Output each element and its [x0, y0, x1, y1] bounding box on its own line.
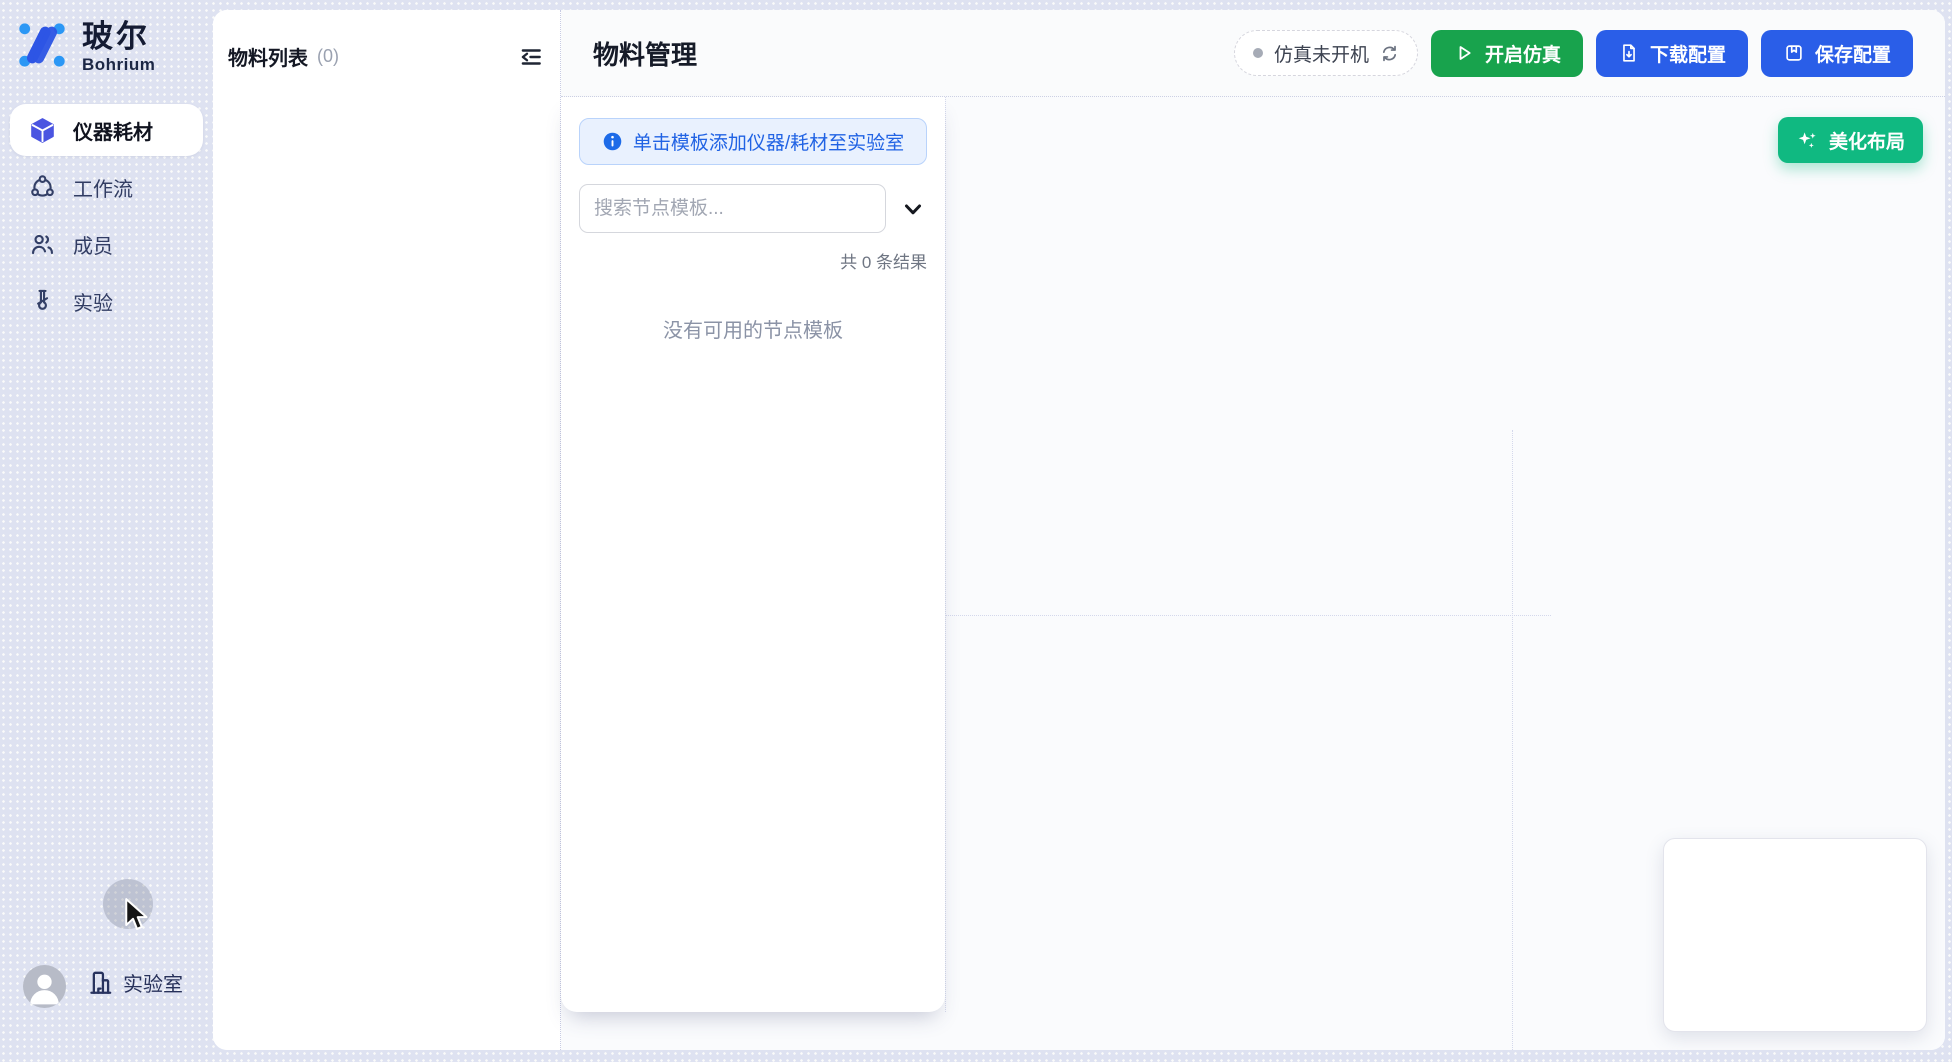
start-simulation-label: 开启仿真	[1485, 40, 1561, 67]
flow-canvas[interactable]: 单击模板添加仪器/耗材至实验室 共 0 条结果 没有可用的节点模板	[561, 97, 1945, 1050]
status-dot-icon	[1253, 48, 1263, 58]
sidebar: 玻尔 Bohrium 仪器耗材 工作流	[0, 0, 213, 1062]
download-config-button[interactable]: 下载配置	[1596, 30, 1748, 77]
building-icon	[86, 968, 115, 997]
empty-templates-message: 没有可用的节点模板	[561, 314, 945, 343]
sidebar-item-experiments[interactable]: 实验	[10, 275, 203, 327]
cursor-icon	[124, 898, 151, 934]
results-count: 共 0 条结果	[579, 248, 927, 273]
template-hint-banner[interactable]: 单击模板添加仪器/耗材至实验室	[579, 118, 927, 165]
save-config-button[interactable]: 保存配置	[1761, 30, 1913, 77]
cube-icon	[29, 117, 56, 144]
sidebar-item-instruments[interactable]: 仪器耗材	[10, 104, 203, 156]
expand-list-button[interactable]	[900, 195, 927, 223]
brand-subname: Bohrium	[82, 55, 155, 75]
beautify-layout-label: 美化布局	[1829, 127, 1905, 154]
save-config-label: 保存配置	[1815, 40, 1891, 67]
main-content: 物料管理 仿真未开机 开启仿真	[561, 10, 1945, 1050]
sparkles-icon	[1796, 129, 1819, 152]
material-list-title: 物料列表	[228, 42, 308, 71]
chevron-down-icon	[901, 197, 925, 221]
collapse-panel-button[interactable]	[517, 43, 545, 71]
download-file-icon	[1618, 42, 1640, 64]
sidebar-item-label: 成员	[73, 230, 113, 259]
avatar-icon	[23, 965, 66, 1008]
canvas-guideline	[945, 97, 946, 1012]
main-window: 物料列表 (0) 物料管理 仿真未开机	[213, 10, 1945, 1050]
simulation-status-label: 仿真未开机	[1274, 40, 1369, 67]
avatar[interactable]	[23, 965, 66, 1008]
sidebar-item-workflow[interactable]: 工作流	[10, 161, 203, 213]
material-list-header: 物料列表 (0)	[228, 42, 545, 71]
beautify-layout-button[interactable]: 美化布局	[1778, 117, 1923, 163]
bohrium-logo-icon	[16, 18, 68, 72]
simulation-status-pill: 仿真未开机	[1234, 30, 1418, 76]
save-icon	[1783, 42, 1805, 64]
minimap[interactable]	[1663, 838, 1927, 1032]
lab-entry-label: 实验室	[123, 968, 183, 997]
sidebar-nav: 仪器耗材 工作流 成员	[10, 104, 203, 332]
start-simulation-button[interactable]: 开启仿真	[1431, 30, 1583, 77]
sidebar-footer: 实验室	[0, 992, 213, 1062]
experiment-icon	[29, 288, 56, 315]
play-icon	[1453, 42, 1475, 64]
sidebar-item-label: 仪器耗材	[73, 116, 153, 145]
template-search-input[interactable]	[579, 184, 886, 233]
download-config-label: 下载配置	[1650, 40, 1726, 67]
canvas-guideline	[1512, 430, 1513, 1050]
members-icon	[29, 231, 56, 258]
material-list-panel: 物料列表 (0)	[213, 10, 561, 1050]
template-search-row	[579, 184, 927, 233]
sidebar-item-label: 工作流	[73, 173, 133, 202]
workflow-icon	[29, 174, 56, 201]
material-list-count: (0)	[317, 46, 339, 67]
lab-entry[interactable]: 实验室	[86, 968, 183, 997]
header-actions: 仿真未开机 开启仿真	[1234, 30, 1913, 77]
template-hint-text: 单击模板添加仪器/耗材至实验室	[633, 128, 904, 155]
brand: 玻尔 Bohrium	[16, 18, 155, 75]
brand-name: 玻尔	[82, 20, 155, 54]
node-template-panel: 单击模板添加仪器/耗材至实验室 共 0 条结果 没有可用的节点模板	[561, 97, 945, 1012]
page-header: 物料管理 仿真未开机 开启仿真	[561, 10, 1945, 97]
page-title: 物料管理	[593, 35, 697, 72]
info-icon	[602, 131, 623, 152]
sidebar-item-label: 实验	[73, 287, 113, 316]
canvas-guideline	[945, 615, 1551, 616]
collapse-panel-icon	[518, 44, 544, 70]
refresh-icon[interactable]	[1380, 44, 1399, 63]
sidebar-item-members[interactable]: 成员	[10, 218, 203, 270]
